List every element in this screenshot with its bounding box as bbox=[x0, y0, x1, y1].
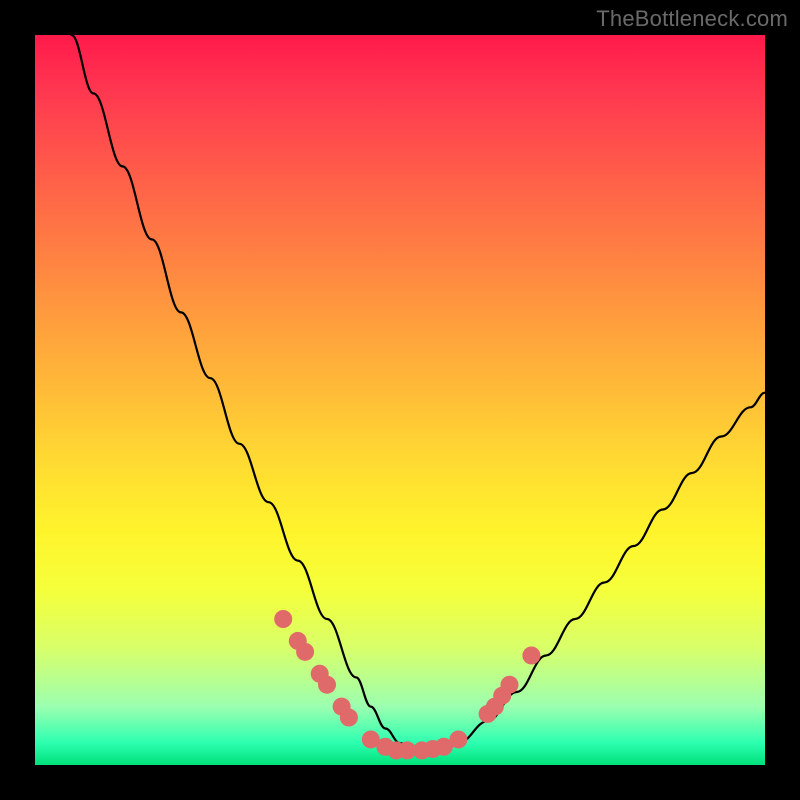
marker-dot bbox=[318, 676, 336, 694]
curve-layer bbox=[35, 35, 765, 765]
marker-dot bbox=[522, 647, 540, 665]
marker-dot bbox=[501, 676, 519, 694]
marker-dot bbox=[340, 709, 358, 727]
marker-dots-group bbox=[274, 610, 540, 759]
marker-dot bbox=[274, 610, 292, 628]
marker-dot bbox=[449, 730, 467, 748]
watermark-text: TheBottleneck.com bbox=[596, 6, 788, 32]
bottleneck-curve bbox=[72, 35, 766, 750]
chart-frame: TheBottleneck.com bbox=[0, 0, 800, 800]
plot-area bbox=[35, 35, 765, 765]
marker-dot bbox=[296, 643, 314, 661]
